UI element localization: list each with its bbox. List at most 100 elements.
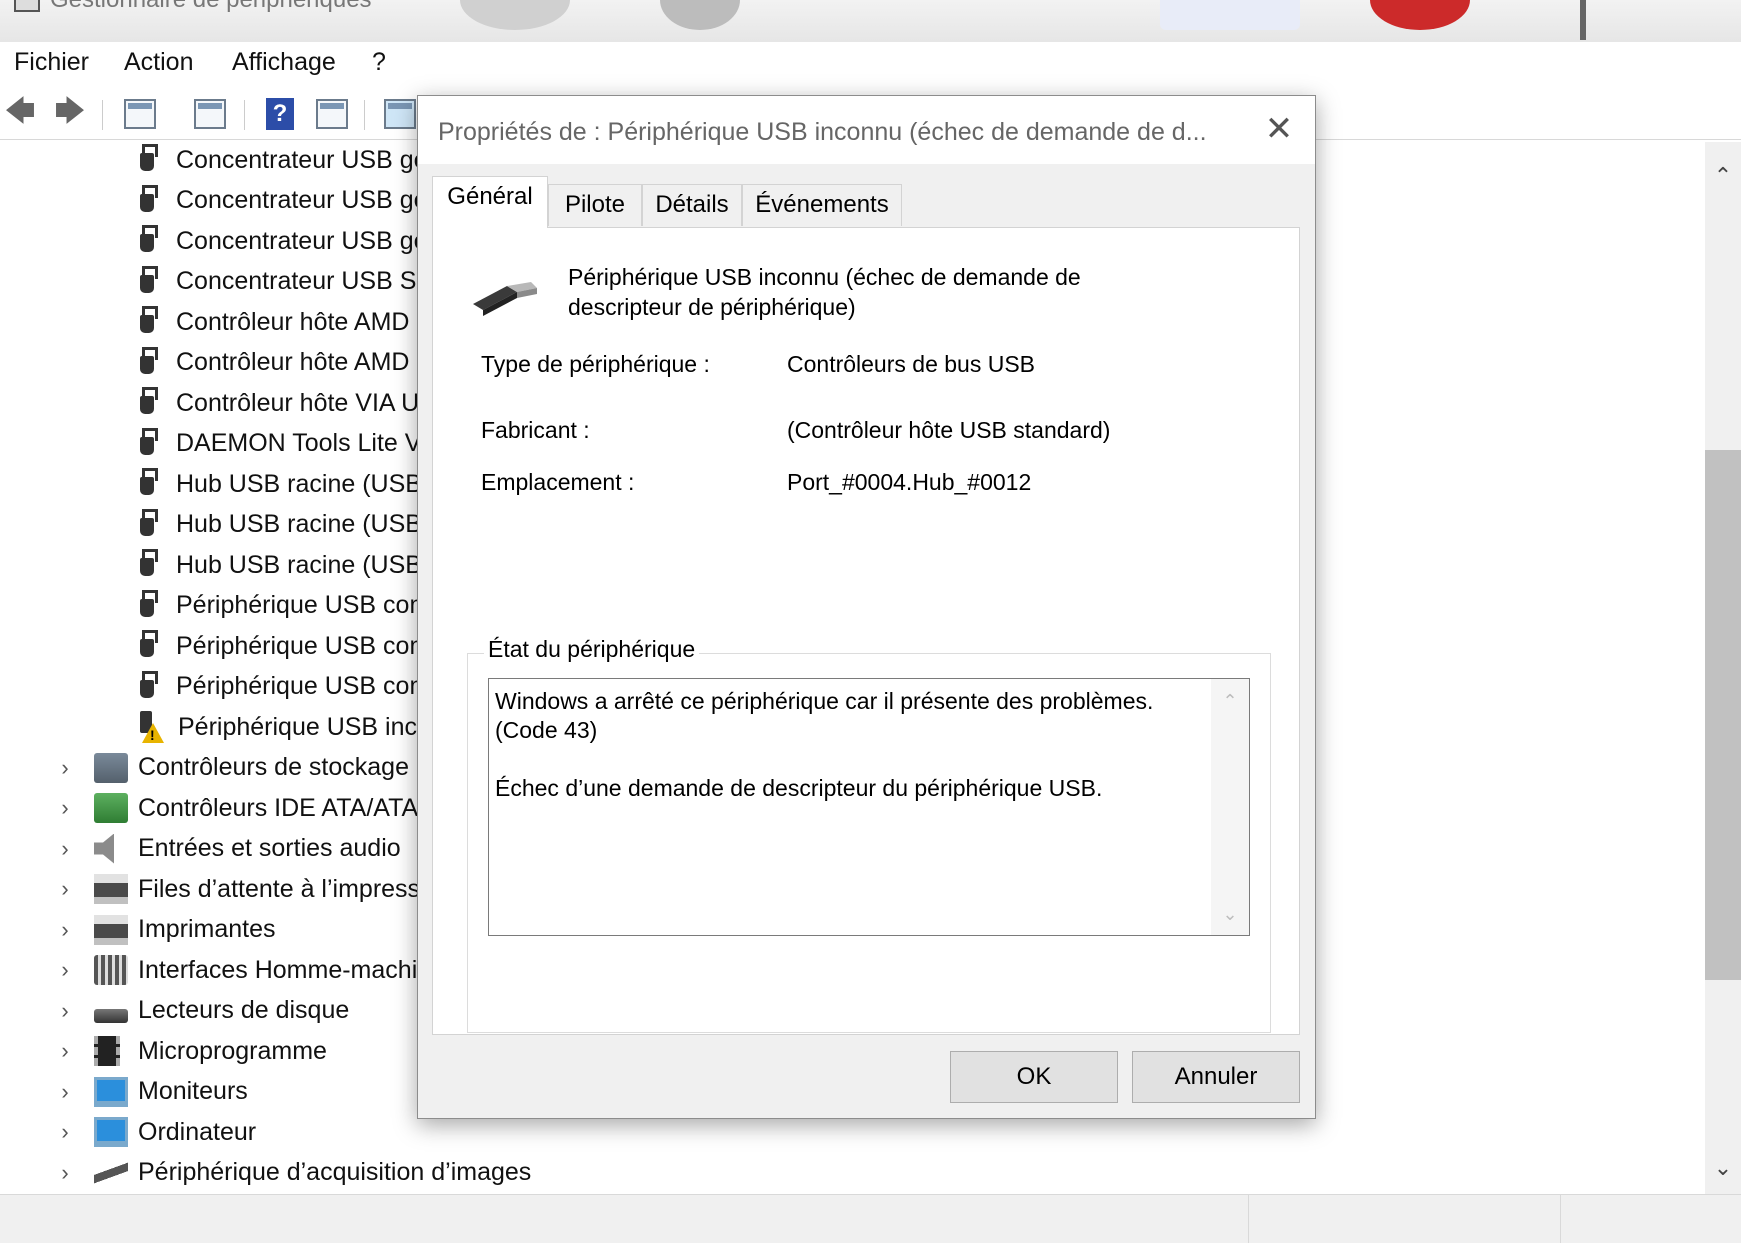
tree-category-label: Moniteurs: [138, 1077, 248, 1105]
help-button[interactable]: ?: [262, 96, 298, 132]
device-status-label: État du périphérique: [484, 636, 700, 663]
cancel-button[interactable]: Annuler: [1132, 1051, 1300, 1103]
tree-category[interactable]: › Microprogramme: [50, 1031, 327, 1071]
chevron-right-icon[interactable]: ›: [50, 755, 80, 781]
tree-item-usb-device[interactable]: Périphérique USB com: [140, 626, 430, 666]
tree-item-usb-device[interactable]: Concentrateur USB Su: [140, 262, 430, 302]
tree-item-label: Périphérique USB com: [176, 591, 431, 619]
title-bar: Gestionnaire de périphériques: [0, 0, 1741, 42]
properties-icon: [194, 99, 226, 129]
help-icon: ?: [266, 98, 294, 130]
hid-icon: [94, 955, 128, 985]
tree-category-label: Contrôleurs IDE ATA/ATAPI: [138, 793, 442, 822]
tree-category[interactable]: › Imprimantes: [50, 910, 276, 950]
tree-item-label: Hub USB racine (USB: [176, 550, 422, 579]
action-pane-button[interactable]: [314, 96, 350, 132]
chevron-right-icon[interactable]: ›: [50, 998, 80, 1024]
dialog-title-bar: Propriétés de : Périphérique USB inconnu…: [418, 96, 1315, 164]
chevron-down-icon[interactable]: ⌄: [1211, 904, 1249, 925]
scroll-down-icon[interactable]: ⌄: [1705, 1150, 1741, 1186]
tree-category[interactable]: › Files d’attente à l’impression: [50, 869, 453, 909]
status-bar: [0, 1194, 1741, 1243]
menu-affichage[interactable]: Affichage: [232, 48, 336, 77]
ok-button[interactable]: OK: [950, 1051, 1118, 1103]
tree-category[interactable]: › Périphérique d’acquisition d’images: [50, 1153, 531, 1193]
tree-item-usb-device[interactable]: Périphérique USB com: [140, 586, 430, 626]
monitor-scan-icon: [384, 99, 416, 129]
scan-hardware-button[interactable]: [382, 96, 418, 132]
tab-details[interactable]: Détails: [642, 184, 742, 226]
usb-plug-icon: [140, 589, 158, 622]
close-icon[interactable]: ✕: [1243, 96, 1315, 164]
desktop-art-image: [460, 0, 570, 30]
scroll-thumb[interactable]: [1705, 450, 1741, 980]
tab-evenements[interactable]: Événements: [742, 184, 902, 226]
chevron-right-icon[interactable]: ›: [50, 1160, 80, 1186]
chevron-right-icon[interactable]: ›: [50, 957, 80, 983]
chevron-right-icon[interactable]: ›: [50, 1038, 80, 1064]
menu-bar: Fichier Action Affichage ?: [0, 42, 1741, 84]
usb-plug-icon: [140, 549, 158, 581]
forward-button[interactable]: 🡆: [52, 95, 88, 132]
tree-item-label: Concentrateur USB Su: [176, 267, 431, 295]
tree-category[interactable]: › Interfaces Homme-machine: [50, 950, 445, 990]
tree-item-label: Périphérique USB com: [176, 631, 431, 660]
vertical-scrollbar[interactable]: ⌃ ⌄: [1705, 142, 1741, 1194]
menu-action[interactable]: Action: [124, 48, 193, 77]
chevron-right-icon[interactable]: ›: [50, 876, 80, 902]
usb-plug-icon: [140, 225, 158, 257]
tree-item-label: Concentrateur USB gé: [176, 226, 428, 255]
tree-item-usb-device[interactable]: Contrôleur hôte AMD: [140, 343, 409, 383]
scroll-up-icon[interactable]: ⌃: [1705, 158, 1741, 194]
tree-category-label: Interfaces Homme-machine: [138, 955, 446, 984]
tree-item-usb-device[interactable]: Concentrateur USB gé: [140, 181, 428, 221]
tree-item-usb-device[interactable]: Hub USB racine (USB: [140, 464, 422, 504]
tree-item-usb-device[interactable]: Concentrateur USB gé: [140, 221, 428, 261]
tree-category[interactable]: › Entrées et sorties audio: [50, 829, 401, 869]
disk-drive-icon: [94, 1008, 128, 1023]
tree-category-label: Files d’attente à l’impression: [138, 874, 454, 903]
window-title: Gestionnaire de périphériques: [50, 0, 372, 14]
chevron-right-icon[interactable]: ›: [50, 795, 80, 821]
chevron-up-icon[interactable]: ⌃: [1211, 691, 1249, 712]
tree-item-usb-device[interactable]: Contrôleur hôte AMD: [140, 302, 409, 342]
tree-category[interactable]: › Moniteurs: [50, 1072, 248, 1112]
usb-plug-icon: [140, 468, 158, 500]
tree-item-label: Périphérique USB com: [176, 672, 431, 700]
tree-item-usb-device[interactable]: DAEMON Tools Lite V: [140, 424, 421, 464]
tree-item-usb-device[interactable]: Périphérique USB com: [140, 667, 430, 707]
device-status-textbox[interactable]: Windows a arrêté ce périphérique car il …: [488, 678, 1250, 936]
tree-item-usb-device[interactable]: Contrôleur hôte VIA U: [140, 383, 419, 423]
tree-item-usb-device[interactable]: Hub USB racine (USB: [140, 545, 422, 585]
tree-category[interactable]: › Contrôleurs IDE ATA/ATAPI: [50, 788, 442, 828]
firmware-icon: [94, 1036, 120, 1066]
tree-category[interactable]: › Contrôleurs de stockage: [50, 748, 409, 788]
chevron-right-icon[interactable]: ›: [50, 836, 80, 862]
location-label: Emplacement :: [481, 469, 635, 495]
device-status-text: Windows a arrêté ce périphérique car il …: [495, 688, 1154, 801]
chevron-right-icon[interactable]: ›: [50, 1079, 80, 1105]
tree-item-label: Contrôleur hôte AMD: [176, 307, 410, 336]
console-tree-button[interactable]: [122, 96, 158, 132]
tree-category[interactable]: › Lecteurs de disque: [50, 991, 349, 1031]
usb-plug-icon: [140, 630, 158, 662]
menu-fichier[interactable]: Fichier: [14, 48, 89, 77]
menu-help[interactable]: ?: [372, 48, 386, 77]
manufacturer-value: (Contrôleur hôte USB standard): [787, 417, 1111, 443]
back-button[interactable]: 🡄: [2, 95, 38, 132]
toolbar-separator: [364, 100, 365, 130]
status-scrollbar[interactable]: ⌃ ⌄: [1211, 679, 1249, 935]
tab-pilote[interactable]: Pilote: [548, 184, 642, 226]
chevron-right-icon[interactable]: ›: [50, 917, 80, 943]
tree-item-usb-device[interactable]: Concentrateur USB gé: [140, 142, 428, 180]
desktop-art-image: [660, 0, 740, 30]
tab-general[interactable]: Général: [432, 176, 548, 228]
forward-arrow-icon: 🡆: [54, 94, 86, 128]
properties-button[interactable]: [192, 96, 228, 132]
chevron-right-icon[interactable]: ›: [50, 1119, 80, 1145]
tree-item-usb-device[interactable]: Hub USB racine (USB: [140, 505, 422, 545]
status-bar-divider: [1248, 1195, 1249, 1243]
tree-item-problem-device[interactable]: ! Périphérique USB inc: [140, 707, 417, 747]
desktop-art-image: [1370, 0, 1470, 30]
tree-category[interactable]: › Ordinateur: [50, 1112, 256, 1152]
